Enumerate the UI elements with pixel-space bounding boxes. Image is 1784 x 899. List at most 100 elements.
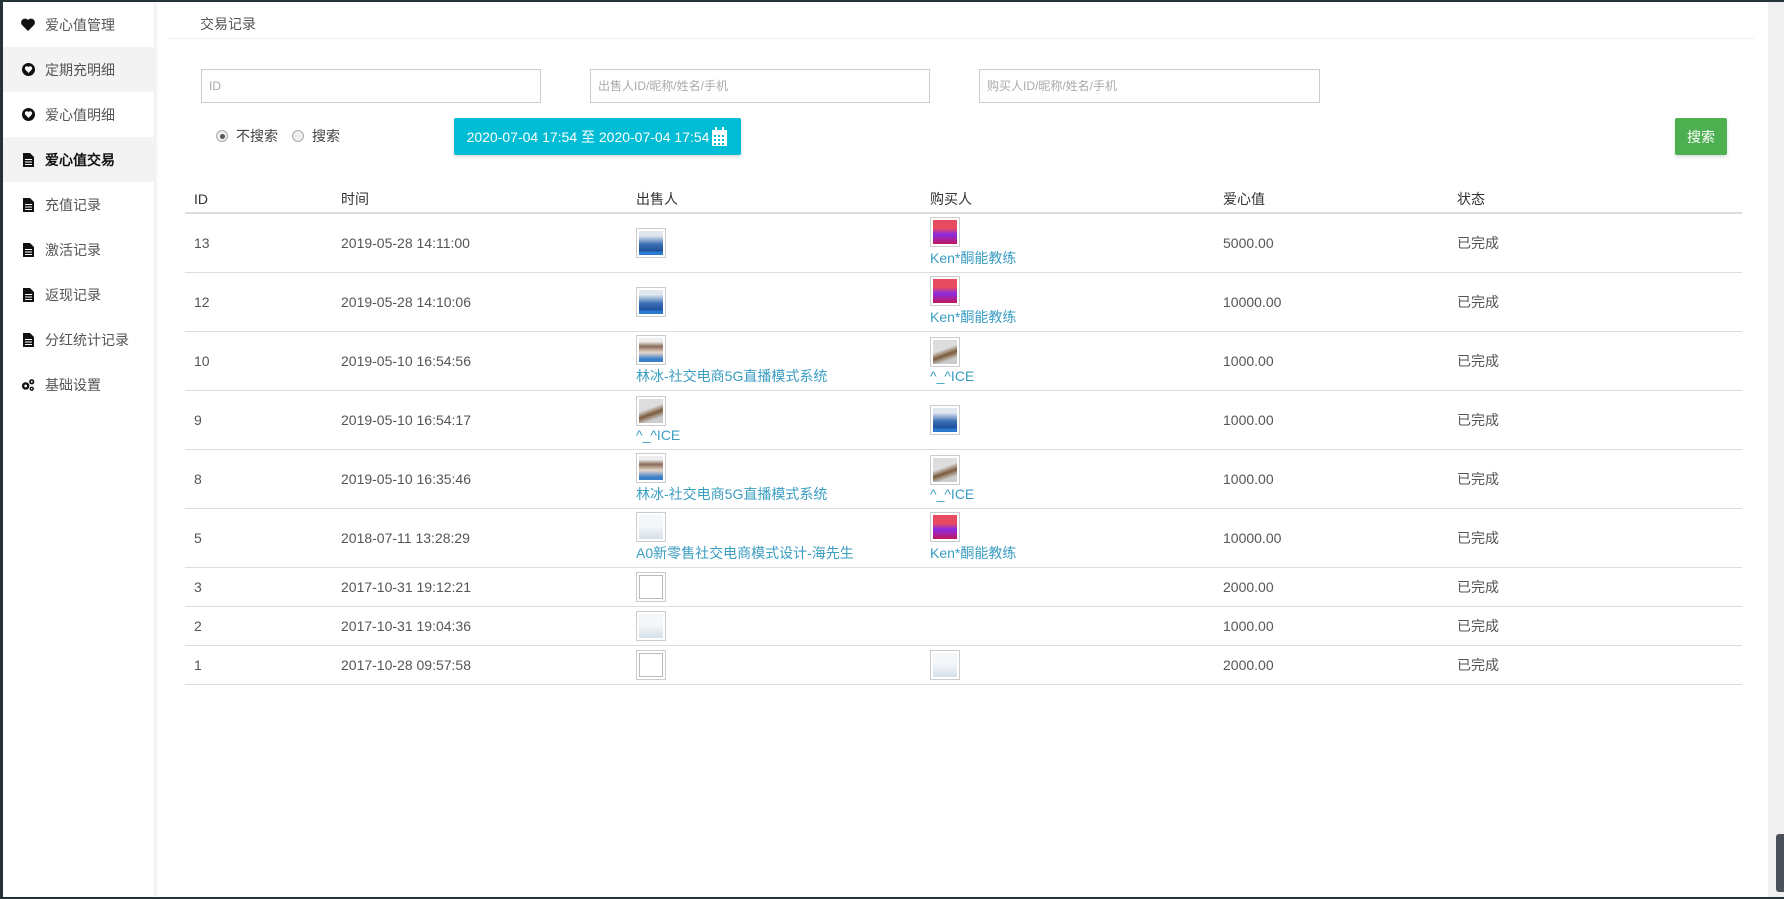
avatar-broken-image[interactable] [636,649,666,680]
user-name-link[interactable]: ^_^ICE [930,486,1214,502]
cell-value: 5000.00 [1214,213,1448,273]
radio-search[interactable] [292,130,304,142]
cell-seller [627,606,921,646]
user-name-link[interactable]: Ken*酮能教练 [930,543,1214,563]
cell-buyer [921,567,1214,607]
transactions-table: ID 时间 出售人 购买人 爱心值 状态 13 2019-05-28 14:11:00 K… [185,186,1742,685]
avatar-ken-photo[interactable] [930,217,960,248]
sidebar-item[interactable]: 定期充明细 [3,47,154,92]
cell-time: 2017-10-28 09:57:58 [332,645,627,685]
scrollbar[interactable] [1768,2,1784,897]
column-header: 爱心值 [1214,186,1448,214]
avatar-ken-photo[interactable] [930,276,960,306]
column-header: 时间 [332,186,627,214]
cell-id: 12 [185,272,332,332]
sidebar-item[interactable]: 分红统计记录 [3,317,154,362]
calendar-icon [712,126,728,146]
sidebar-item-label: 定期充明细 [45,61,115,78]
avatar-man-photo[interactable] [636,286,666,317]
cell-value: 1000.00 [1214,449,1448,509]
avatar-broken-image[interactable] [636,571,666,602]
cell-seller [627,645,921,685]
sidebar-item[interactable]: 爱心值交易 [3,137,154,182]
avatar-man-photo[interactable] [930,404,960,435]
sidebar-item-label: 基础设置 [45,376,101,393]
date-search-toggle: 不搜索 搜索 [216,126,340,146]
heart-circle-icon [21,108,35,121]
user-name-link[interactable]: Ken*酮能教练 [930,307,1214,327]
id-input[interactable] [201,69,541,103]
main-content: 交易记录 不搜索 搜索 2020-07-04 17:54 至 2020-07-0… [169,2,1754,897]
search-button[interactable]: 搜索 [1675,118,1727,155]
sidebar-item-label: 爱心值交易 [45,151,115,168]
cell-seller [627,567,921,607]
buyer-input[interactable] [979,69,1320,103]
floating-widget[interactable] [1776,834,1784,892]
avatar-woman-photo[interactable] [636,453,666,483]
user-name-link[interactable]: 林冰-社交电商5G直播模式系统 [636,484,921,504]
avatar-placeholder-image[interactable] [636,512,666,542]
sidebar-item[interactable]: 返现记录 [3,272,154,317]
cell-status: 已完成 [1448,331,1742,391]
cell-time: 2019-05-10 16:35:46 [332,449,627,509]
cell-buyer [921,390,1214,450]
avatar-placeholder-image[interactable] [636,610,666,641]
cell-id: 10 [185,331,332,391]
cell-value: 1000.00 [1214,331,1448,391]
table-row: 1 2017-10-28 09:57:58 2000.00 已完成 [185,645,1742,685]
file-icon [21,152,35,167]
user-name-link[interactable]: A0新零售社交电商模式设计-海先生 [636,543,921,563]
cell-buyer: Ken*酮能教练 [921,213,1214,273]
table-row: 3 2017-10-31 19:12:21 2000.00 已完成 [185,567,1742,607]
avatar-placeholder-image[interactable] [930,649,960,680]
user-name-link[interactable]: ^_^ICE [930,368,1214,384]
file-icon [21,332,35,347]
sidebar-item[interactable]: 爱心值管理 [3,2,154,47]
radio-no-search[interactable] [216,130,228,142]
cell-seller: ^_^ICE [627,390,921,450]
table-row: 13 2019-05-28 14:11:00 Ken*酮能教练 5000.00 … [185,213,1742,273]
avatar-coffee-photo[interactable] [636,396,666,426]
cell-status: 已完成 [1448,567,1742,607]
column-header: 购买人 [921,186,1214,214]
avatar-coffee-photo[interactable] [930,337,960,367]
cell-status: 已完成 [1448,449,1742,509]
cell-id: 1 [185,645,332,685]
avatar-ken-photo[interactable] [930,512,960,542]
sidebar-item-label: 爱心值明细 [45,106,115,123]
cell-id: 3 [185,567,332,607]
heart-icon [21,18,35,31]
avatar-woman-photo[interactable] [636,335,666,365]
seller-input[interactable] [590,69,930,103]
sidebar-item[interactable]: 基础设置 [3,362,154,407]
radio-search-label[interactable]: 搜索 [312,126,340,146]
sidebar-item[interactable]: 充值记录 [3,182,154,227]
cell-time: 2018-07-11 13:28:29 [332,508,627,568]
cell-status: 已完成 [1448,390,1742,450]
page-title: 交易记录 [169,2,1754,39]
sidebar-item-label: 返现记录 [45,286,101,303]
cell-buyer: ^_^ICE [921,331,1214,391]
table-row: 5 2018-07-11 13:28:29 A0新零售社交电商模式设计-海先生 … [185,508,1742,568]
user-name-link[interactable]: Ken*酮能教练 [930,248,1214,268]
cell-id: 13 [185,213,332,273]
sidebar-item[interactable]: 爱心值明细 [3,92,154,137]
column-header: 状态 [1448,186,1742,214]
sidebar-item[interactable]: 激活记录 [3,227,154,272]
cell-time: 2019-05-10 16:54:56 [332,331,627,391]
avatar-man-photo[interactable] [636,227,666,258]
cell-buyer: ^_^ICE [921,449,1214,509]
sidebar-item-label: 分红统计记录 [45,331,129,348]
cell-status: 已完成 [1448,606,1742,646]
date-range-picker[interactable]: 2020-07-04 17:54 至 2020-07-04 17:54 [454,118,741,155]
avatar-coffee-photo[interactable] [930,455,960,485]
gears-icon [21,378,35,392]
table-row: 2 2017-10-31 19:04:36 1000.00 已完成 [185,606,1742,646]
radio-no-search-label[interactable]: 不搜索 [236,126,278,146]
user-name-link[interactable]: ^_^ICE [636,427,921,443]
cell-buyer: Ken*酮能教练 [921,508,1214,568]
cell-seller [627,213,921,273]
user-name-link[interactable]: 林冰-社交电商5G直播模式系统 [636,366,921,386]
cell-time: 2019-05-28 14:10:06 [332,272,627,332]
heart-circle-icon [21,63,35,76]
